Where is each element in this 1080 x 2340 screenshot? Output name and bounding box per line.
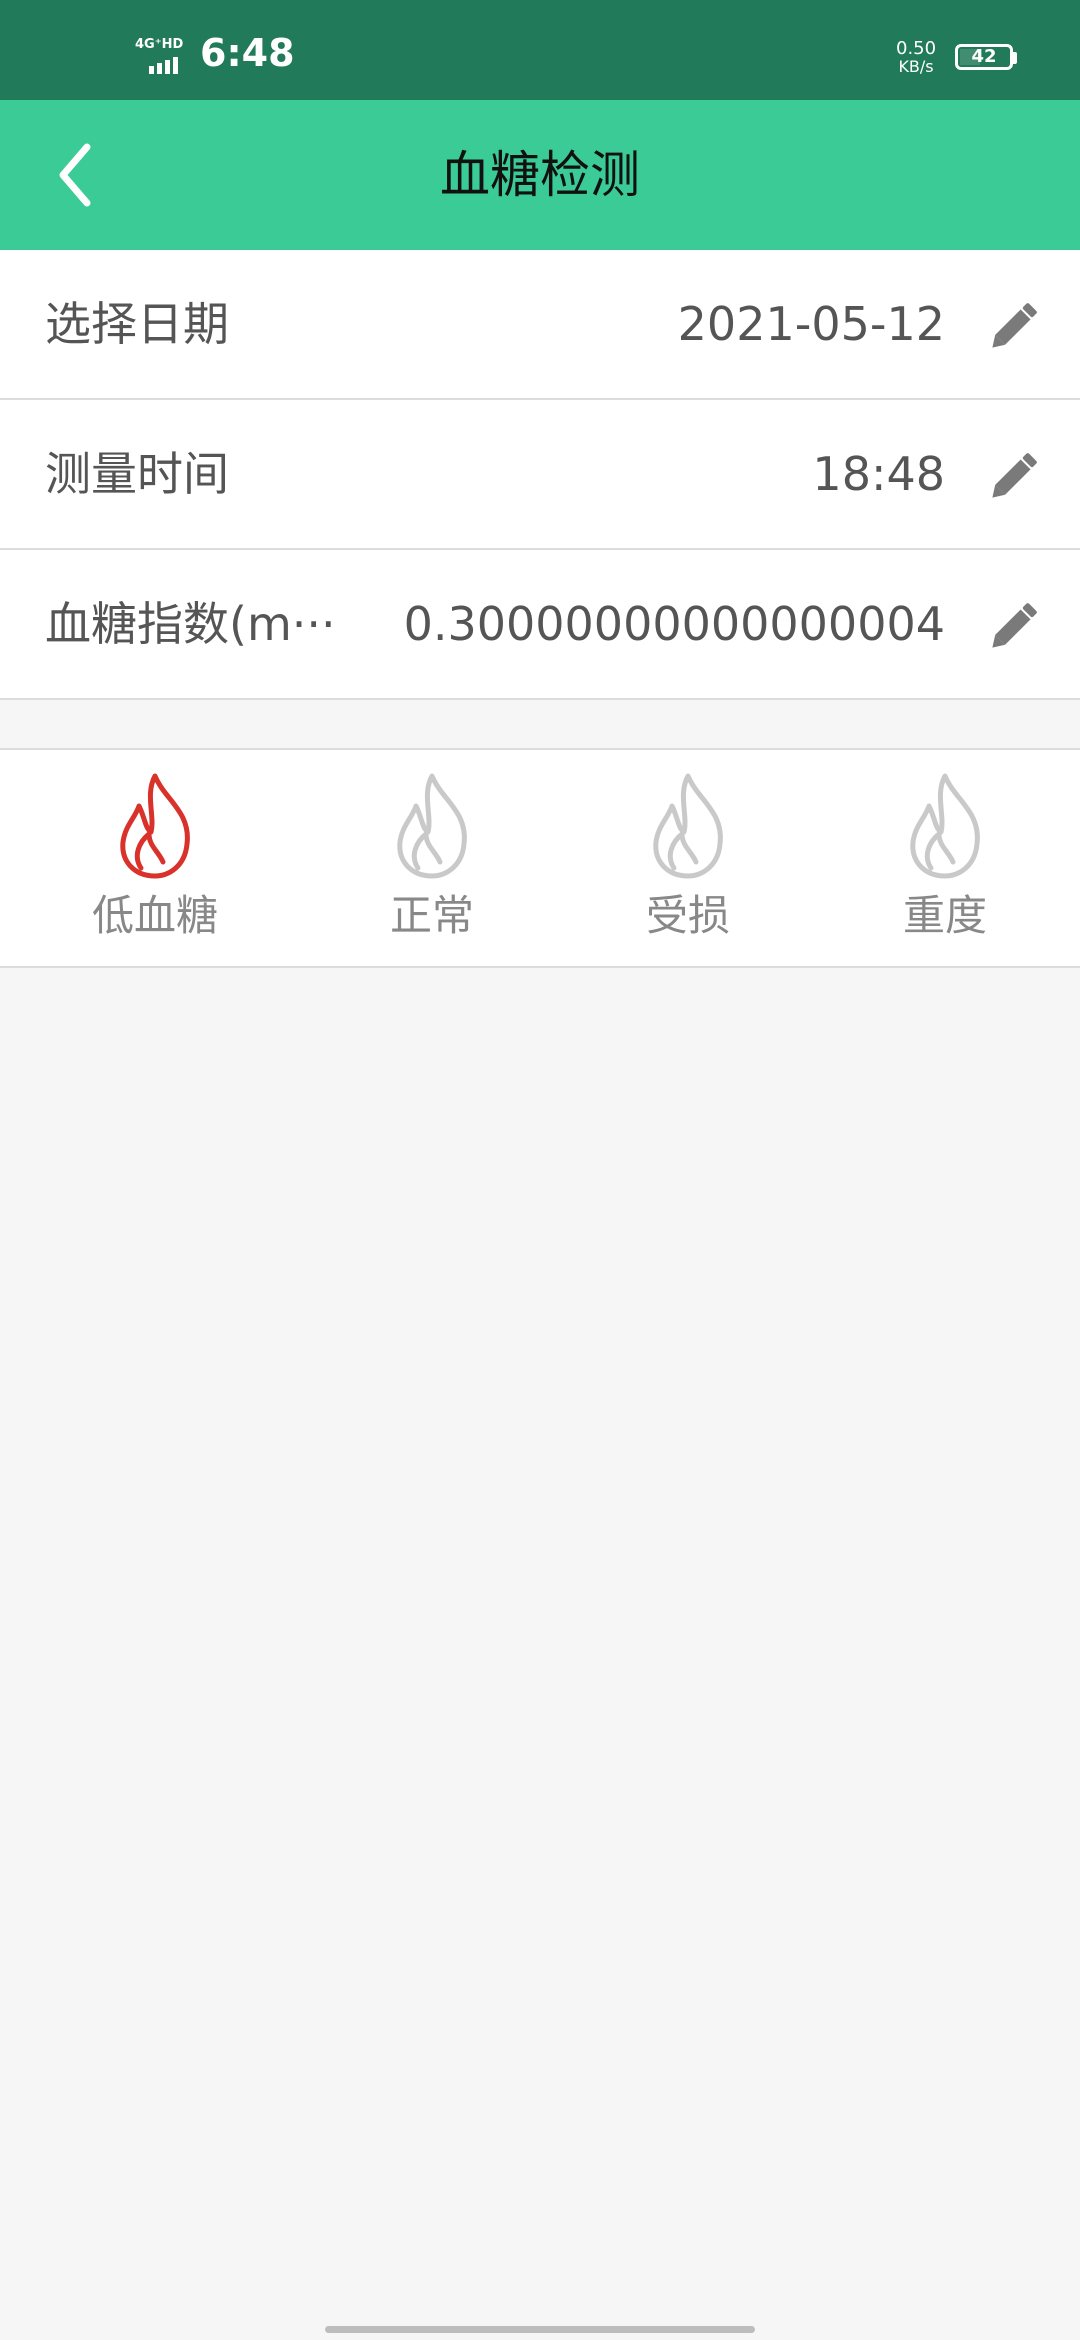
flame-icon xyxy=(397,773,467,879)
signal-bars-icon xyxy=(149,57,178,74)
level-impaired[interactable]: 受损 xyxy=(588,770,788,950)
pencil-icon[interactable] xyxy=(980,290,1050,360)
battery-tip xyxy=(1013,52,1017,64)
network-speed-unit: KB/s xyxy=(898,57,934,76)
time-row[interactable]: 测量时间 18:48 xyxy=(0,400,1080,550)
level-low-label: 低血糖 xyxy=(91,891,218,940)
page-title: 血糖检测 xyxy=(440,146,640,204)
battery-percent: 42 xyxy=(971,46,997,67)
app-header: 血糖检测 xyxy=(0,100,1080,250)
home-indicator[interactable] xyxy=(325,2326,755,2333)
pencil-icon[interactable] xyxy=(980,440,1050,510)
status-time: 6:48 xyxy=(200,31,295,75)
network-speed-value: 0.50 xyxy=(896,38,937,59)
cellular-signal-icon: 4G⁺HD xyxy=(135,38,195,78)
flame-icon xyxy=(653,773,723,879)
status-bar: 4G⁺HD 6:48 0.50 KB/s 42 xyxy=(0,0,1080,100)
level-severe-label: 重度 xyxy=(902,891,987,940)
date-value: 2021-05-12 xyxy=(677,297,945,351)
flame-icon xyxy=(910,773,980,879)
glucose-value-row[interactable]: 血糖指数(m··· 0.30000000000000004 xyxy=(0,550,1080,700)
flame-icon xyxy=(120,773,190,879)
level-normal[interactable]: 正常 xyxy=(332,770,532,950)
network-type: 4G⁺HD xyxy=(135,37,184,52)
time-value: 18:48 xyxy=(812,447,945,501)
date-row[interactable]: 选择日期 2021-05-12 xyxy=(0,250,1080,400)
level-normal-label: 正常 xyxy=(389,891,474,940)
glucose-label: 血糖指数(m··· xyxy=(45,597,336,651)
glucose-level-selector: 低血糖 正常 受损 重度 xyxy=(0,748,1080,968)
glucose-value: 0.30000000000000004 xyxy=(403,597,945,651)
network-speed: 0.50 KB/s xyxy=(896,40,936,76)
date-label: 选择日期 xyxy=(45,297,229,351)
level-low[interactable]: 低血糖 xyxy=(55,770,255,950)
glucose-form: 选择日期 2021-05-12 测量时间 18:48 血糖指数(m··· 0.3… xyxy=(0,250,1080,700)
level-severe[interactable]: 重度 xyxy=(845,770,1045,950)
level-impaired-label: 受损 xyxy=(645,891,730,940)
pencil-icon[interactable] xyxy=(980,590,1050,660)
time-label: 测量时间 xyxy=(45,447,229,501)
battery-icon: 42 xyxy=(955,44,1013,70)
